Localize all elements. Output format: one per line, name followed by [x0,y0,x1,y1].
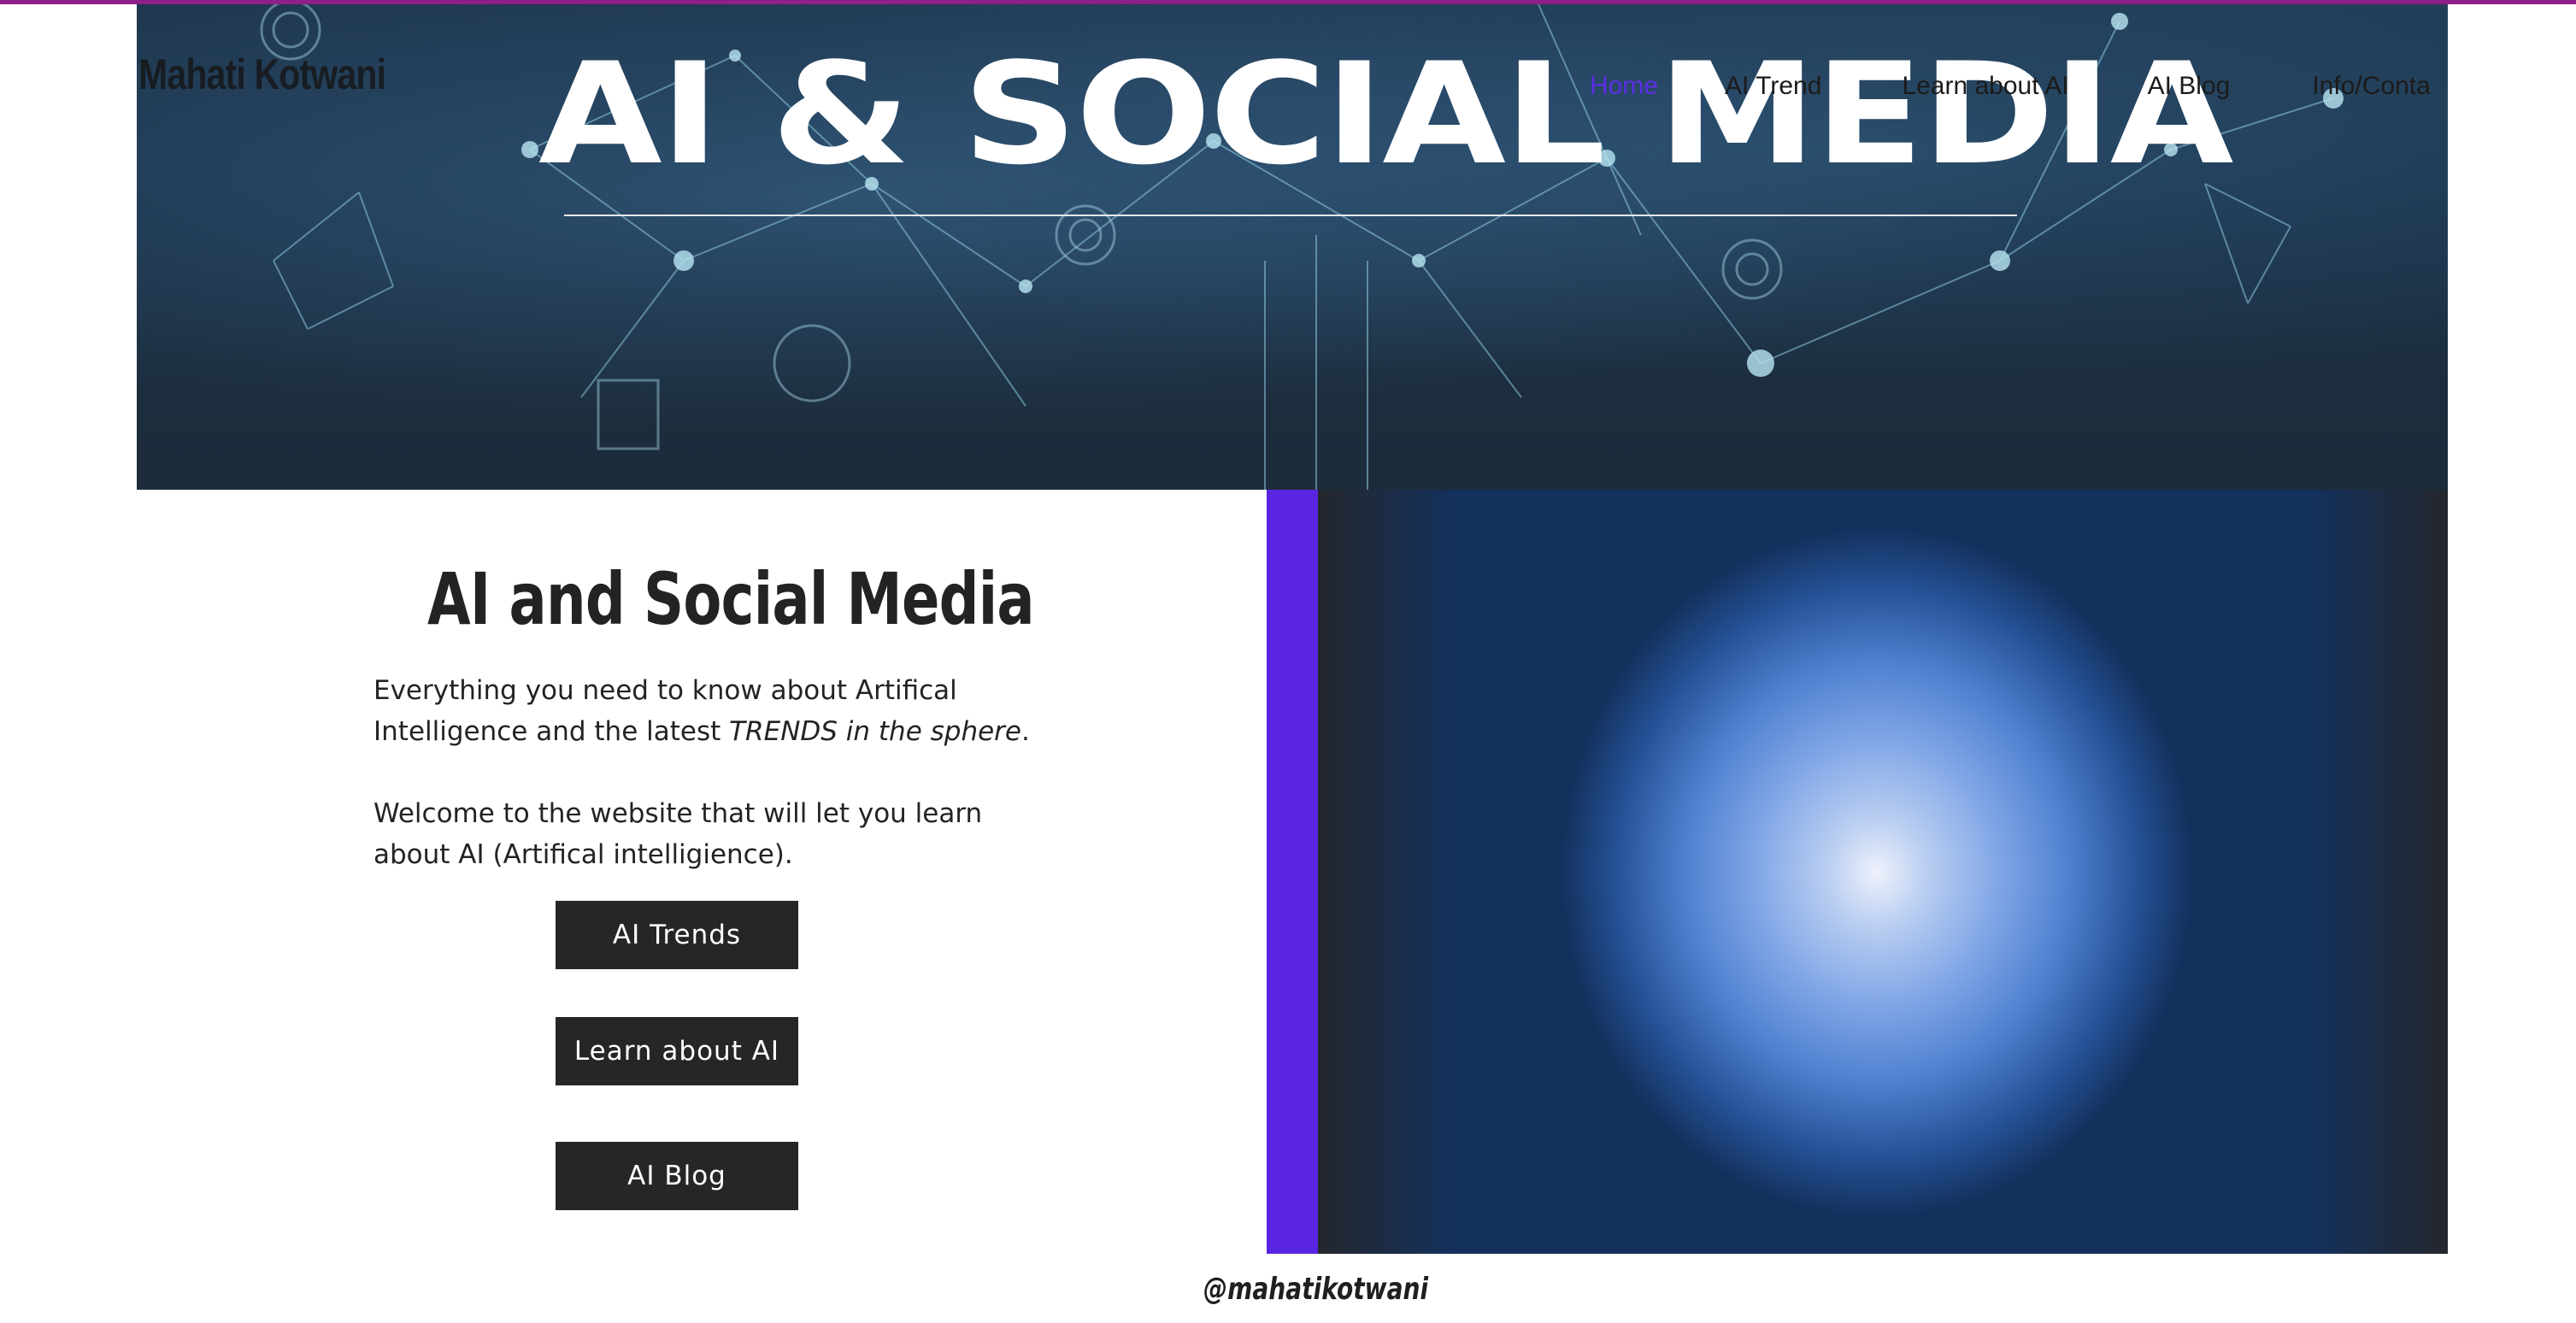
accent-strip [1267,490,1318,1254]
main-navigation: Home AI Trend Learn about AI AI Blog Inf… [1590,72,2431,101]
site-name-logo[interactable]: Mahati Kotwani [138,50,386,99]
nav-ai-trend[interactable]: AI Trend [1725,72,1821,101]
nav-ai-blog[interactable]: AI Blog [2148,72,2231,101]
social-handle[interactable]: @mahatikotwani [1203,1272,1428,1307]
ai-trends-button[interactable]: AI Trends [556,901,798,969]
nav-info-contact[interactable]: Info/Conta [2312,72,2430,101]
intro-paragraph-1-emphasis: TRENDS in the sphere [729,716,1021,747]
intro-paragraph-2: Welcome to the website that will let you… [373,798,983,870]
learn-about-ai-button[interactable]: Learn about AI [556,1017,798,1085]
orb-gradient [1318,490,2448,1254]
intro-paragraph-1: Everything you need to know about Artifi… [373,670,1049,752]
hero-divider [564,215,2017,216]
hero-title: AI & SOCIAL MEDIA [538,32,2233,196]
intro-paragraph-1-end: . [1021,716,1030,747]
glowing-orb-image [1318,490,2448,1254]
nav-home[interactable]: Home [1590,72,1658,101]
intro-heading: AI and Social Media [427,557,1035,641]
ai-blog-button[interactable]: AI Blog [556,1142,798,1210]
nav-learn-about-ai[interactable]: Learn about AI [1902,72,2068,101]
